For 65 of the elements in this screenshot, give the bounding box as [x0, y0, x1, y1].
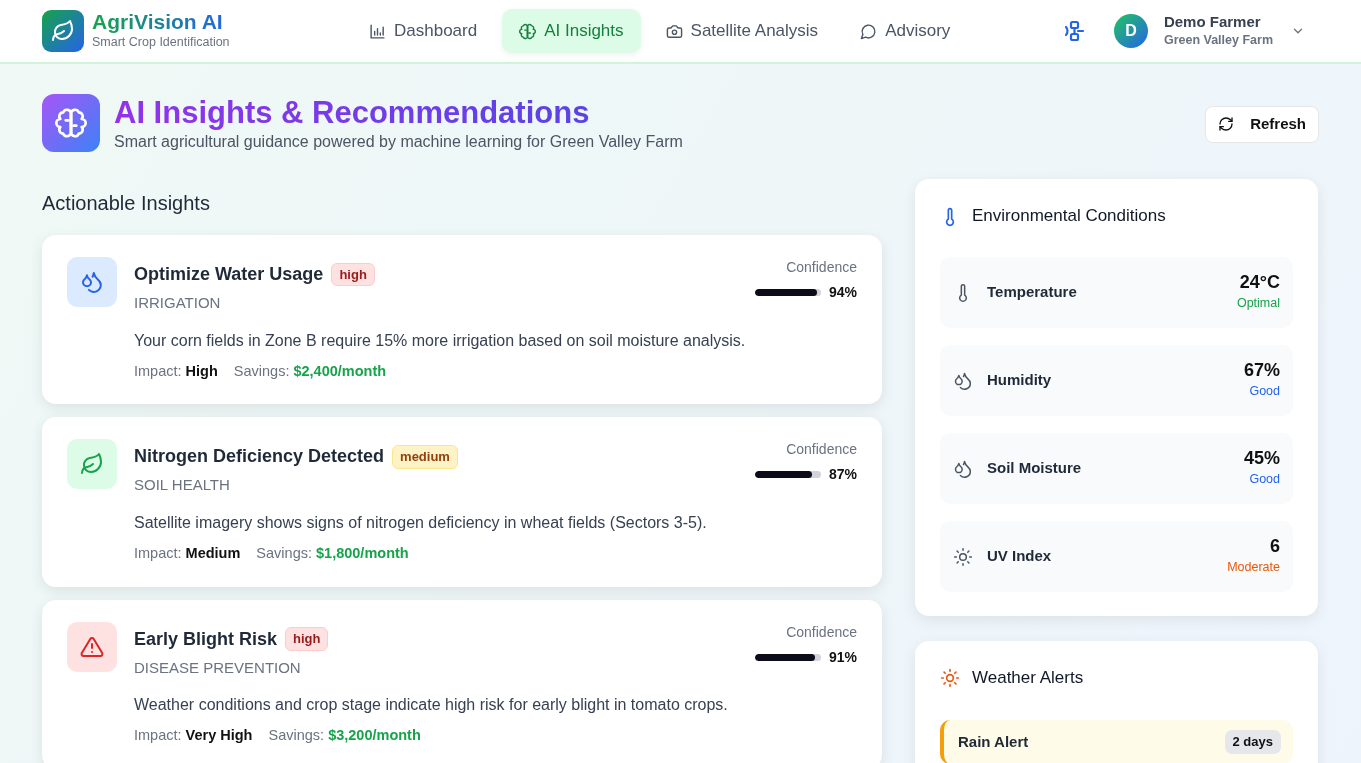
condition-value: 45% — [1243, 447, 1280, 470]
condition-value: 6 — [1269, 535, 1280, 558]
condition-label: Humidity — [987, 369, 1052, 390]
bar-chart-icon — [369, 22, 386, 40]
insight-title: Optimize Water Usage — [134, 263, 324, 287]
confidence-value: 91% — [828, 647, 857, 667]
user-name: Demo Farmer — [1163, 12, 1262, 31]
savings-text: Savings: $1,800/month — [256, 543, 409, 563]
insight-description: Your corn fields in Zone B require 15% more irrigation based on soil moisture analysis. — [134, 330, 747, 351]
leaf-icon — [51, 19, 75, 43]
user-avatar[interactable]: D — [1113, 14, 1148, 48]
alert-title: Rain Alert — [958, 731, 1029, 752]
brain-drawing — [55, 107, 87, 139]
farm-name: Green Valley Farm — [1163, 31, 1273, 49]
insight-description: Satellite imagery shows signs of nitrogen deficiency in wheat fields (Sectors 3-5). — [134, 512, 708, 533]
confidence-label: Confidence — [785, 440, 857, 460]
priority-tag: medium — [392, 445, 458, 469]
section-title: Actionable Insights — [42, 191, 211, 217]
nav-tab[interactable]: Satellite Analysis — [648, 9, 836, 53]
sun-icon — [940, 668, 960, 689]
insight-category: IRRIGATION — [134, 293, 222, 314]
insight-category: DISEASE PREVENTION — [134, 657, 302, 678]
card-title: Weather Alerts — [972, 666, 1084, 689]
sun-icon — [953, 546, 973, 567]
condition-status: Moderate — [1227, 558, 1280, 576]
savings-text: Savings: $2,400/month — [233, 361, 387, 381]
confidence-value: 94% — [828, 283, 857, 303]
insight-description: Weather conditions and crop stage indicate high risk for early blight in tomato crops. — [134, 695, 729, 716]
leaf-icon — [80, 452, 104, 477]
chat-bubble-icon — [860, 22, 878, 40]
priority-tag: high — [331, 262, 375, 287]
confidence-label: Confidence — [785, 258, 857, 278]
brain-icon — [519, 22, 537, 40]
condition-status: Good — [1248, 382, 1280, 400]
brand-tagline: Smart Crop Identification — [92, 34, 230, 52]
impact-text: Impact: Medium — [134, 543, 241, 563]
droplets-icon — [953, 458, 973, 479]
condition-value: 24°C — [1238, 271, 1280, 294]
impact-text: Impact: Very High — [134, 726, 253, 746]
condition-status: Good — [1248, 470, 1280, 488]
page-subtitle: Smart agricultural guidance powered by machine learning for Green Valley Farm — [114, 132, 683, 153]
warning-icon — [80, 634, 104, 659]
nav-tab[interactable]: Advisory — [843, 9, 968, 53]
priority-tag: high — [285, 627, 329, 651]
alert-time-tag: 2 days — [1224, 730, 1281, 754]
confidence-label: Confidence — [785, 622, 857, 642]
insight-title: Nitrogen Deficiency Detected — [134, 445, 385, 469]
droplets-icon — [80, 270, 104, 295]
nav-tab[interactable]: AI Insights — [502, 9, 641, 53]
nav-tab[interactable]: Dashboard — [352, 9, 495, 53]
confidence-value: 87% — [828, 465, 857, 485]
condition-label: Temperature — [987, 281, 1077, 302]
condition-status: Optimal — [1236, 294, 1280, 312]
insight-category: SOIL HEALTH — [134, 475, 231, 496]
refresh-button[interactable]: Refresh — [1205, 106, 1319, 143]
savings-text: Savings: $3,200/month — [268, 726, 421, 746]
condition-value: 67% — [1243, 359, 1280, 382]
insight-title: Early Blight Risk — [134, 627, 278, 651]
condition-label: UV Index — [987, 545, 1052, 566]
condition-label: Soil Moisture — [987, 457, 1082, 478]
droplets-icon — [953, 370, 973, 391]
refresh-icon — [1218, 116, 1235, 133]
impact-text: Impact: High — [134, 361, 218, 381]
camera-icon — [665, 22, 683, 40]
card-title: Environmental Conditions — [972, 205, 1166, 228]
